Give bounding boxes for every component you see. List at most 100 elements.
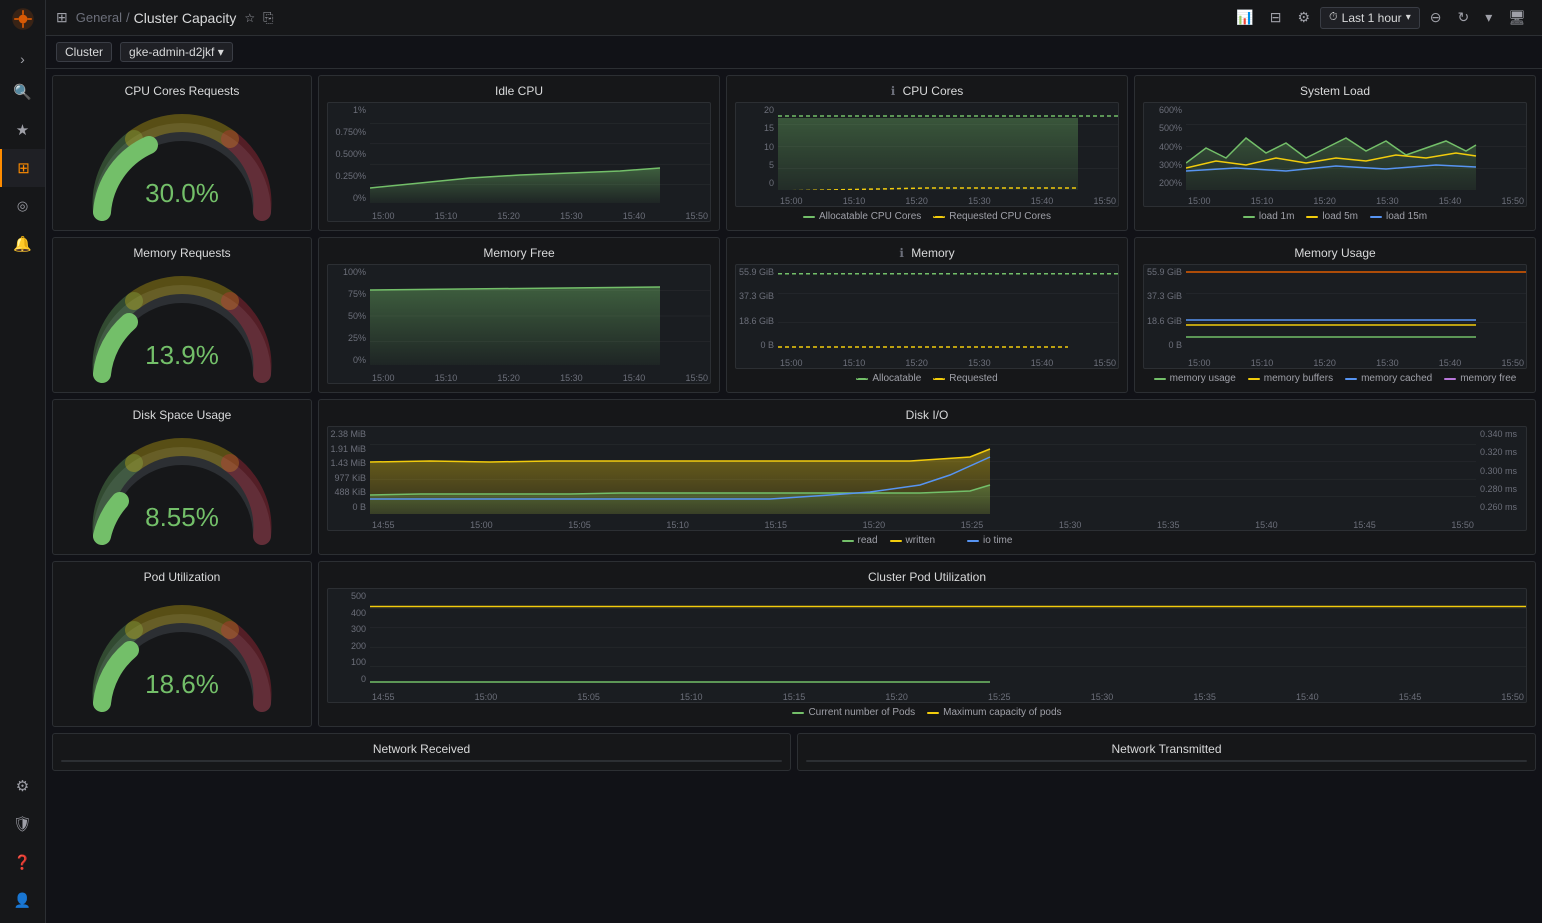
sidebar-item-user[interactable]: 👤 <box>5 881 40 919</box>
dashboard: CPU Cores Requests 30.0% Idle CPU <box>46 69 1542 783</box>
system-load-x-axis: 15:00 15:10 15:20 15:30 15:40 15:50 <box>1186 196 1526 206</box>
cpu-cores-svg <box>778 103 1118 190</box>
memory-svg <box>778 265 1118 352</box>
display-btn[interactable]: 🖥 <box>1502 5 1532 30</box>
disk-io-x-axis: 14:55 15:00 15:05 15:10 15:15 15:20 15:2… <box>370 520 1476 530</box>
legend-requested-cpu: Requested CPU Cores <box>933 211 1051 222</box>
cpu-cores-x-axis: 15:00 15:10 15:20 15:30 15:40 15:50 <box>778 196 1118 206</box>
pod-utilization-title: Pod Utilization <box>144 570 221 584</box>
bar-chart-btn[interactable]: 📊 <box>1230 5 1259 30</box>
network-received-x-axis: 14:55 15:00 15:10 15:20 15:30 15:40 15:5… <box>104 760 781 761</box>
sidebar-item-alerting[interactable]: 🔔 <box>0 225 45 263</box>
chevron-icon: ▾ <box>1406 12 1411 23</box>
share-icon[interactable]: ⎘ <box>263 10 273 26</box>
cpu-cores-chart: 20 15 10 5 0 <box>735 102 1119 207</box>
system-load-title: System Load <box>1143 84 1527 98</box>
breadcrumb: General / Cluster Capacity <box>76 10 237 26</box>
legend-allocatable-cpu: Allocatable CPU Cores <box>803 211 921 222</box>
sidebar-item-explore[interactable]: ◎ <box>0 187 45 225</box>
idle-cpu-x-axis: 15:00 15:10 15:20 15:30 15:40 15:50 <box>370 211 710 221</box>
cpu-cores-requests-panel: CPU Cores Requests 30.0% <box>52 75 312 231</box>
sidebar-item-config[interactable]: ⚙ <box>5 767 40 805</box>
idle-cpu-title: Idle CPU <box>327 84 711 98</box>
memory-usage-legend: memory usage memory buffers memory cache… <box>1143 373 1527 384</box>
top-bar-right: 📊 ⊟ ⚙ ⏱ Last 1 hour ▾ ⊖ ↻ ▾ 🖥 <box>1230 5 1532 30</box>
star-icon[interactable]: ☆ <box>244 11 255 25</box>
legend-read: read <box>842 535 878 546</box>
legend-mem-usage: memory usage <box>1154 373 1236 384</box>
sidebar-item-search[interactable]: 🔍 <box>0 73 45 111</box>
row-5: Network Received 2.53 MiB 2.48 MiB 2.43 … <box>52 733 1536 771</box>
refresh-btn[interactable]: ↻ <box>1451 5 1475 30</box>
cluster-filter-dropdown[interactable]: gke-admin-d2jkf ▾ <box>120 42 233 62</box>
network-received-title: Network Received <box>61 742 782 756</box>
svg-text:18.6%: 18.6% <box>145 669 219 699</box>
zoom-out-btn[interactable]: ⊖ <box>1424 5 1448 30</box>
cluster-pod-util-panel: Cluster Pod Utilization 500 400 300 200 … <box>318 561 1536 727</box>
time-range-picker[interactable]: ⏱ Last 1 hour ▾ <box>1320 7 1420 29</box>
row-2: Memory Requests 13.9% Memory Free 100% <box>52 237 1536 393</box>
idle-cpu-svg <box>370 103 710 205</box>
network-transmitted-y-axis: 4.15 MiB 4.10 MiB 4.05 MiB 4.01 MiB 3.96… <box>807 761 849 762</box>
disk-io-panel: Disk I/O 2.38 MiB 1.91 MiB 1.43 MiB 977 … <box>318 399 1536 555</box>
table-btn[interactable]: ⊟ <box>1264 5 1288 30</box>
disk-io-y-axis: 2.38 MiB 1.91 MiB 1.43 MiB 977 KiB 488 K… <box>328 427 370 514</box>
row-4: Pod Utilization 18.6% Cluster Pod Utiliz… <box>52 561 1536 727</box>
sidebar-item-help[interactable]: ❓ <box>5 843 40 881</box>
sidebar-bottom: ⚙ 🛡 ❓ 👤 <box>5 767 40 923</box>
refresh-dropdown-btn[interactable]: ▾ <box>1479 5 1498 30</box>
system-load-legend: load 1m load 5m load 15m <box>1143 211 1527 222</box>
cpu-cores-legend: Allocatable CPU Cores Requested CPU Core… <box>735 211 1119 222</box>
system-load-chart: 600% 500% 400% 300% 200% <box>1143 102 1527 207</box>
grafana-logo <box>4 0 42 41</box>
cluster-pod-svg <box>370 589 1526 686</box>
settings-btn[interactable]: ⚙ <box>1291 5 1316 30</box>
legend-load1m: load 1m <box>1243 211 1295 222</box>
cpu-cores-title: ℹ CPU Cores <box>735 84 1119 98</box>
top-bar: ⊞ General / Cluster Capacity ☆ ⎘ 📊 ⊟ ⚙ ⏱… <box>46 0 1542 36</box>
memory-gauge-svg: 13.9% <box>82 264 282 384</box>
sidebar-item-starred[interactable]: ★ <box>0 111 45 149</box>
network-received-panel: Network Received 2.53 MiB 2.48 MiB 2.43 … <box>52 733 791 771</box>
memory-panel: ℹ Memory 55.9 GiB 37.3 GiB 18.6 GiB 0 B <box>726 237 1128 393</box>
cpu-cores-panel: ℹ CPU Cores 20 15 10 5 0 <box>726 75 1128 231</box>
memory-usage-x-axis: 15:00 15:10 15:20 15:30 15:40 15:50 <box>1186 358 1526 368</box>
svg-text:13.9%: 13.9% <box>145 340 219 370</box>
legend-written: written <box>890 535 935 546</box>
legend-mem-buffers: memory buffers <box>1248 373 1333 384</box>
idle-cpu-y-axis: 1% 0.750% 0.500% 0.250% 0% <box>328 103 370 205</box>
disk-io-legend: read written io time <box>327 535 1527 546</box>
sidebar-toggle[interactable]: › <box>14 45 31 73</box>
idle-cpu-panel: Idle CPU 1% 0.750% 0.500% 0.250% 0% <box>318 75 720 231</box>
grid-icon: ⊞ <box>56 9 68 26</box>
disk-io-svg <box>370 427 1476 514</box>
network-tx-x-axis: 14:55 15:00 15:10 15:20 15:30 15:40 15:5… <box>849 760 1526 761</box>
memory-usage-panel: Memory Usage 55.9 GiB 37.3 GiB 18.6 GiB … <box>1134 237 1536 393</box>
legend-load15m: load 15m <box>1370 211 1427 222</box>
network-transmitted-chart: 4.15 MiB 4.10 MiB 4.05 MiB 4.01 MiB 3.96… <box>806 760 1527 762</box>
system-load-svg <box>1186 103 1526 190</box>
memory-usage-title: Memory Usage <box>1143 246 1527 260</box>
sidebar-item-shield[interactable]: 🛡 <box>5 805 40 843</box>
memory-free-chart: 100% 75% 50% 25% 0% <box>327 264 711 384</box>
main-container: Cluster gke-admin-d2jkf ▾ CPU Cores Requ… <box>46 36 1542 923</box>
time-range-label: Last 1 hour <box>1342 11 1402 25</box>
disk-space-usage-panel: Disk Space Usage 8.55% <box>52 399 312 555</box>
breadcrumb-home[interactable]: General <box>76 10 122 25</box>
memory-requests-panel: Memory Requests 13.9% <box>52 237 312 393</box>
pod-gauge-svg: 18.6% <box>82 588 282 718</box>
cluster-pod-util-title: Cluster Pod Utilization <box>327 570 1527 584</box>
sidebar-item-dashboards[interactable]: ⊞ <box>0 149 45 187</box>
memory-info-icon[interactable]: ℹ <box>899 246 904 260</box>
disk-gauge-svg: 8.55% <box>82 426 282 546</box>
system-load-panel: System Load 600% 500% 400% 300% 200% <box>1134 75 1536 231</box>
memory-free-panel: Memory Free 100% 75% 50% 25% 0% <box>318 237 720 393</box>
memory-usage-svg <box>1186 265 1526 352</box>
memory-usage-y-axis: 55.9 GiB 37.3 GiB 18.6 GiB 0 B <box>1144 265 1186 352</box>
memory-legend: Allocatable Requested <box>735 373 1119 384</box>
memory-chart: 55.9 GiB 37.3 GiB 18.6 GiB 0 B <box>735 264 1119 369</box>
info-icon[interactable]: ℹ <box>891 84 896 98</box>
network-received-y-axis: 2.53 MiB 2.48 MiB 2.43 MiB 2.38 MiB 2.34… <box>62 761 104 762</box>
memory-title: ℹ Memory <box>735 246 1119 260</box>
memory-free-svg <box>370 265 710 367</box>
